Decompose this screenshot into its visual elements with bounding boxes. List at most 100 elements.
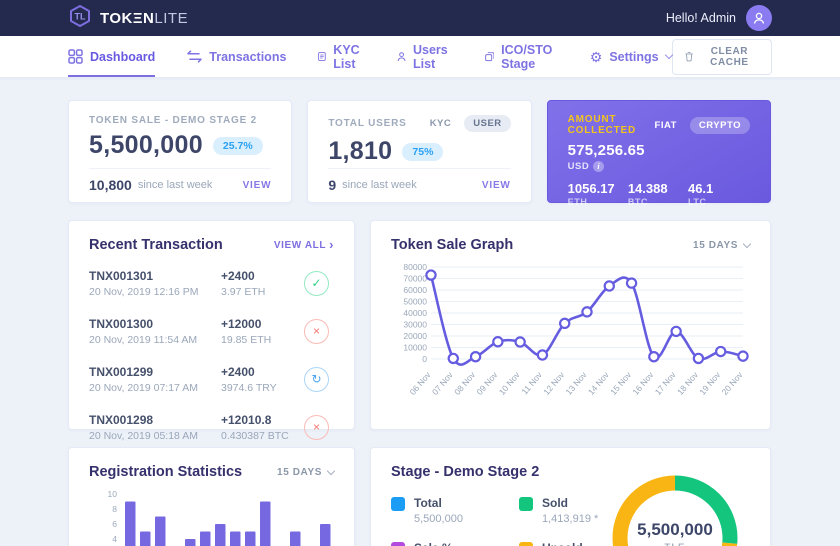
amount-collected-value: 575,256.65 — [568, 142, 750, 159]
transaction-converted: 3974.6 TRY — [221, 382, 304, 394]
transaction-date: 20 Nov, 2019 07:17 AM — [89, 382, 221, 394]
amount-collected-card: AMOUNT COLLECTED FIAT CRYPTO 575,256.65 … — [547, 100, 771, 203]
crypto-toggle-option[interactable]: CRYPTO — [690, 117, 750, 134]
svg-text:20 Nov: 20 Nov — [720, 369, 745, 397]
nav-item-kyc-list[interactable]: KYC List — [318, 36, 364, 77]
svg-text:14 Nov: 14 Nov — [586, 369, 611, 397]
svg-text:18 Nov: 18 Nov — [675, 369, 700, 397]
transaction-row[interactable]: TNX001301 20 Nov, 2019 12:16 PM +2400 3.… — [89, 259, 334, 307]
user-toggle-option[interactable]: USER — [464, 115, 510, 132]
tokenlite-logo-icon: TL — [68, 4, 92, 33]
svg-text:10 Nov: 10 Nov — [497, 369, 522, 397]
svg-text:50000: 50000 — [403, 297, 427, 307]
transaction-date: 20 Nov, 2019 12:16 PM — [89, 286, 221, 298]
token-sale-graph-title: Token Sale Graph — [391, 237, 513, 253]
registration-period-dropdown[interactable]: 15 DAYS — [277, 467, 334, 478]
registration-statistics-title: Registration Statistics — [89, 464, 242, 480]
brand-logo[interactable]: TL TOKΞNLITE — [68, 4, 188, 33]
svg-text:70000: 70000 — [403, 274, 427, 284]
transaction-row[interactable]: TNX001298 20 Nov, 2019 05:18 AM +12010.8… — [89, 403, 334, 451]
transaction-date: 20 Nov, 2019 05:18 AM — [89, 430, 221, 442]
amount-currency: USD — [568, 161, 590, 172]
transaction-id: TNX001300 — [89, 317, 221, 331]
legend-sale-percent: Sale % 25.7% Sold — [391, 541, 509, 546]
view-all-link[interactable]: VIEW ALL › — [274, 240, 334, 251]
transaction-row[interactable]: TNX001300 20 Nov, 2019 11:54 AM +12000 1… — [89, 307, 334, 355]
sale-percent-swatch — [391, 542, 405, 546]
recent-transactions-title: Recent Transaction — [89, 237, 223, 253]
info-icon[interactable]: i — [593, 161, 604, 172]
svg-text:06 Nov: 06 Nov — [408, 369, 433, 397]
total-users-percent-badge: 75% — [402, 143, 443, 161]
nav-item-transactions[interactable]: Transactions — [187, 36, 286, 77]
svg-text:8: 8 — [112, 504, 117, 514]
sold-swatch — [519, 497, 533, 511]
token-sale-value: 5,500,000 — [89, 131, 203, 160]
arrow-right-icon: › — [329, 240, 334, 250]
chevron-down-icon — [327, 466, 335, 474]
transaction-converted: 19.85 ETH — [221, 334, 304, 346]
eth-amount: 1056.17 ETH — [568, 181, 628, 207]
transaction-date: 20 Nov, 2019 11:54 AM — [89, 334, 221, 346]
kyc-user-toggle: KYC USER — [421, 115, 511, 132]
legend-unsold: Unsold 4,086,082 — [519, 541, 600, 546]
user-avatar[interactable] — [746, 5, 772, 31]
token-sale-label: TOKEN SALE - DEMO STAGE 2 — [89, 115, 257, 126]
amount-collected-label: AMOUNT COLLECTED — [568, 114, 646, 136]
transaction-amount: +2400 — [221, 269, 304, 283]
token-sale-percent-badge: 25.7% — [213, 137, 263, 155]
svg-text:40000: 40000 — [403, 308, 427, 318]
svg-text:10: 10 — [108, 489, 118, 499]
ltc-amount: 46.1 LTC — [688, 181, 748, 207]
transaction-converted: 0.430387 BTC — [221, 430, 304, 442]
main-nav: Dashboard Transactions KYC List Users Li… — [0, 36, 840, 78]
total-swatch — [391, 497, 405, 511]
dashboard-content: TOKEN SALE - DEMO STAGE 2 5,500,000 25.7… — [0, 78, 840, 546]
status-cross-icon: × — [304, 319, 329, 344]
token-sale-line-chart: 0100002000030000400005000060000700008000… — [391, 259, 750, 416]
svg-text:80000: 80000 — [403, 262, 427, 272]
svg-text:07 Nov: 07 Nov — [430, 369, 455, 397]
transaction-id: TNX001299 — [89, 365, 221, 379]
stage-card: Stage - Demo Stage 2 Total 5,500,000 Sol… — [370, 447, 771, 546]
fiat-crypto-toggle: FIAT CRYPTO — [646, 117, 750, 134]
top-bar: TL TOKΞNLITE Hello! Admin — [0, 0, 840, 36]
stage-donut-chart: 5,500,000 TLE — [600, 464, 750, 546]
kyc-toggle-option[interactable]: KYC — [421, 115, 461, 132]
transaction-amount: +12000 — [221, 317, 304, 331]
svg-text:13 Nov: 13 Nov — [564, 369, 589, 397]
gear-icon: ⚙ — [590, 50, 603, 64]
svg-text:0: 0 — [422, 354, 427, 364]
transaction-row[interactable]: TNX001299 20 Nov, 2019 07:17 AM +2400 39… — [89, 355, 334, 403]
user-icon — [397, 49, 406, 64]
transaction-id: TNX001298 — [89, 413, 221, 427]
svg-text:09 Nov: 09 Nov — [474, 369, 499, 397]
legend-total: Total 5,500,000 — [391, 496, 509, 525]
nav-item-ico-sto-stage[interactable]: ICO/STO Stage — [485, 36, 558, 77]
transaction-amount: +2400 — [221, 365, 304, 379]
user-greeting: Hello! Admin — [666, 11, 736, 25]
fiat-toggle-option[interactable]: FIAT — [646, 117, 686, 134]
transaction-amount: +12010.8 — [221, 413, 304, 427]
graph-period-dropdown[interactable]: 15 DAYS — [693, 240, 750, 251]
total-users-view-link[interactable]: VIEW — [482, 180, 511, 191]
svg-text:10000: 10000 — [403, 343, 427, 353]
total-users-delta: 9 — [328, 177, 336, 193]
svg-text:11 Nov: 11 Nov — [519, 369, 544, 396]
svg-text:TL: TL — [75, 11, 86, 21]
total-users-delta-caption: since last week — [342, 179, 417, 191]
status-check-icon: ✓ — [304, 271, 329, 296]
svg-text:15 Nov: 15 Nov — [608, 369, 633, 397]
grid-icon — [68, 49, 83, 64]
nav-item-dashboard[interactable]: Dashboard — [68, 36, 155, 77]
token-sale-view-link[interactable]: VIEW — [243, 180, 272, 191]
chevron-down-icon — [743, 239, 751, 247]
svg-text:12 Nov: 12 Nov — [541, 369, 566, 397]
svg-text:30000: 30000 — [403, 320, 427, 330]
clear-cache-button[interactable]: CLEAR CACHE — [672, 39, 772, 75]
nav-item-settings[interactable]: ⚙ Settings — [590, 36, 672, 77]
svg-text:60000: 60000 — [403, 285, 427, 295]
token-sale-card: TOKEN SALE - DEMO STAGE 2 5,500,000 25.7… — [68, 100, 292, 203]
total-users-value: 1,810 — [328, 137, 392, 166]
nav-item-users-list[interactable]: Users List — [397, 36, 453, 77]
